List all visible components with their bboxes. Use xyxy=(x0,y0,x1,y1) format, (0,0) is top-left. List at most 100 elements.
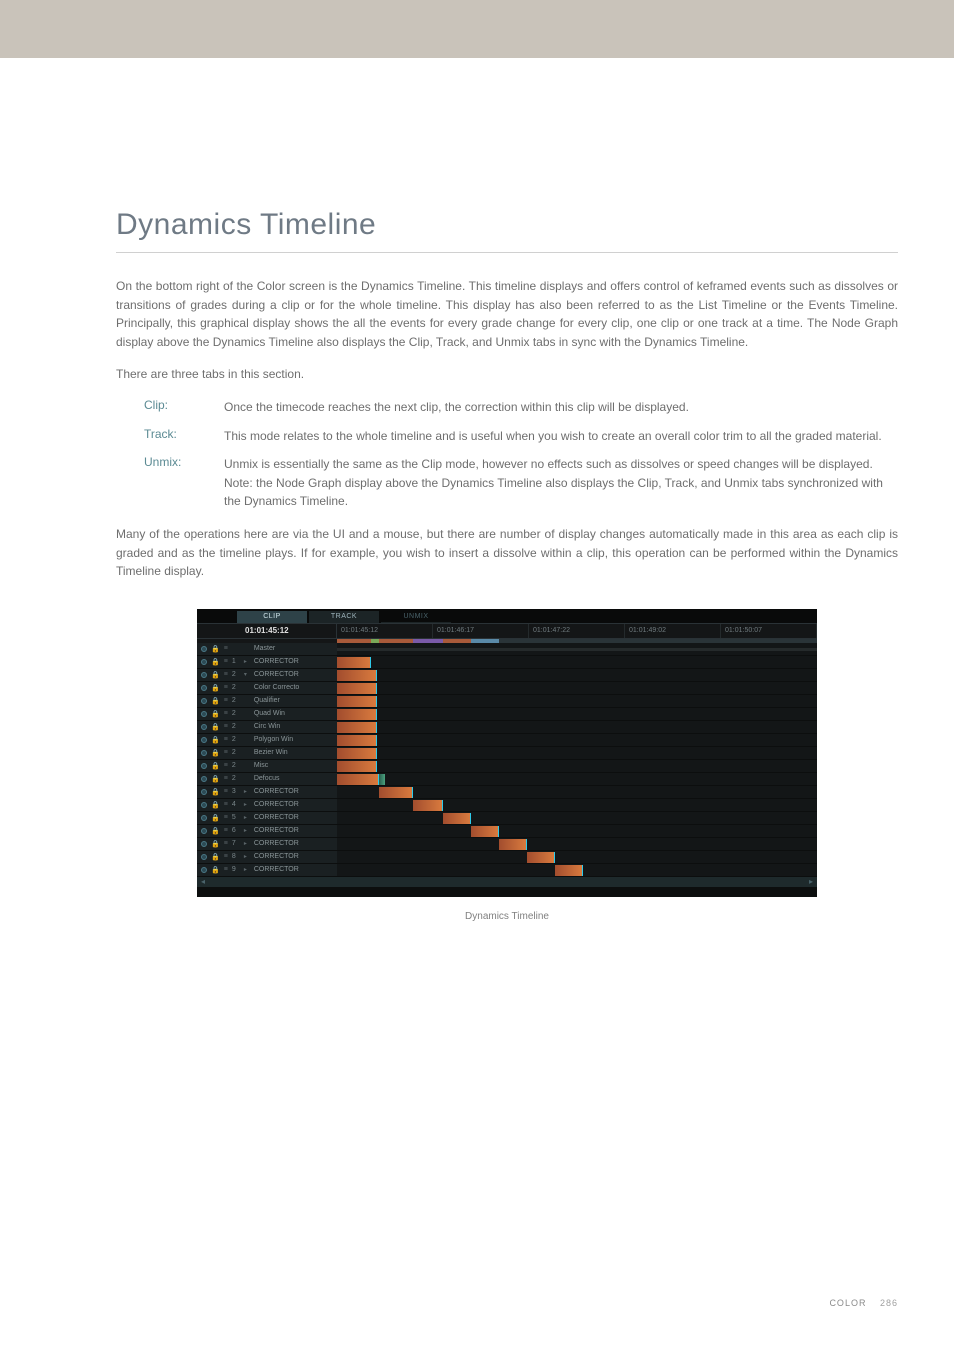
row-track[interactable] xyxy=(337,708,817,720)
timeline-row[interactable]: 🔒≡7▸CORRECTOR xyxy=(197,838,817,851)
lock-icon[interactable]: 🔒 xyxy=(211,801,220,809)
timeline-row[interactable]: 🔒≡6▸CORRECTOR xyxy=(197,825,817,838)
timeline-row[interactable]: 🔒≡1▸CORRECTOR xyxy=(197,656,817,669)
enable-dot-icon[interactable] xyxy=(201,711,207,717)
timeline-row[interactable]: 🔒≡2Defocus xyxy=(197,773,817,786)
reorder-icon[interactable]: ≡ xyxy=(224,736,228,743)
enable-dot-icon[interactable] xyxy=(201,763,207,769)
enable-dot-icon[interactable] xyxy=(201,646,207,652)
lock-icon[interactable]: 🔒 xyxy=(211,684,220,692)
scroll-strip[interactable]: ◂ ▸ xyxy=(197,877,817,887)
reorder-icon[interactable]: ≡ xyxy=(224,671,228,678)
timeline-row[interactable]: 🔒≡4▸CORRECTOR xyxy=(197,799,817,812)
reorder-icon[interactable]: ≡ xyxy=(224,645,228,652)
row-track[interactable] xyxy=(337,734,817,746)
timeline-row[interactable]: 🔒≡2▾CORRECTOR xyxy=(197,669,817,682)
reorder-icon[interactable]: ≡ xyxy=(224,723,228,730)
row-track[interactable] xyxy=(337,656,817,668)
row-track[interactable] xyxy=(337,695,817,707)
lock-icon[interactable]: 🔒 xyxy=(211,814,220,822)
enable-dot-icon[interactable] xyxy=(201,828,207,834)
scrollbar[interactable] xyxy=(197,887,817,897)
row-track[interactable] xyxy=(337,669,817,681)
reorder-icon[interactable]: ≡ xyxy=(224,658,228,665)
clip-segment[interactable] xyxy=(413,800,443,811)
row-track[interactable] xyxy=(337,812,817,824)
enable-dot-icon[interactable] xyxy=(201,802,207,808)
enable-dot-icon[interactable] xyxy=(201,841,207,847)
expand-icon[interactable]: ▸ xyxy=(244,658,250,665)
expand-icon[interactable]: ▾ xyxy=(244,671,250,678)
enable-dot-icon[interactable] xyxy=(201,737,207,743)
timeline-row[interactable]: 🔒≡2Color Correcto xyxy=(197,682,817,695)
lock-icon[interactable]: 🔒 xyxy=(211,775,220,783)
lock-icon[interactable]: 🔒 xyxy=(211,697,220,705)
lock-icon[interactable]: 🔒 xyxy=(211,866,220,874)
clip-segment[interactable] xyxy=(337,761,377,772)
timeline-row[interactable]: 🔒≡2Misc xyxy=(197,760,817,773)
enable-dot-icon[interactable] xyxy=(201,685,207,691)
reorder-icon[interactable]: ≡ xyxy=(224,775,228,782)
lock-icon[interactable]: 🔒 xyxy=(211,723,220,731)
clip-segment[interactable] xyxy=(337,670,377,681)
clip-segment[interactable] xyxy=(337,748,377,759)
scroll-right-icon[interactable]: ▸ xyxy=(809,877,813,887)
expand-icon[interactable]: ▸ xyxy=(244,814,250,821)
clip-segment[interactable] xyxy=(337,696,377,707)
row-track[interactable] xyxy=(337,721,817,733)
clip-segment[interactable] xyxy=(379,774,385,785)
timeline-row[interactable]: 🔒≡2Bezier Win xyxy=(197,747,817,760)
row-track[interactable] xyxy=(337,799,817,811)
reorder-icon[interactable]: ≡ xyxy=(224,814,228,821)
clip-segment[interactable] xyxy=(337,735,377,746)
enable-dot-icon[interactable] xyxy=(201,750,207,756)
enable-dot-icon[interactable] xyxy=(201,815,207,821)
clip-segment[interactable] xyxy=(471,826,499,837)
reorder-icon[interactable]: ≡ xyxy=(224,749,228,756)
enable-dot-icon[interactable] xyxy=(201,854,207,860)
reorder-icon[interactable]: ≡ xyxy=(224,710,228,717)
reorder-icon[interactable]: ≡ xyxy=(224,853,228,860)
lock-icon[interactable]: 🔒 xyxy=(211,671,220,679)
expand-icon[interactable]: ▸ xyxy=(244,788,250,795)
reorder-icon[interactable]: ≡ xyxy=(224,840,228,847)
expand-icon[interactable]: ▸ xyxy=(244,866,250,873)
timeline-row[interactable]: 🔒≡2Qualifier xyxy=(197,695,817,708)
lock-icon[interactable]: 🔒 xyxy=(211,827,220,835)
lock-icon[interactable]: 🔒 xyxy=(211,736,220,744)
enable-dot-icon[interactable] xyxy=(201,659,207,665)
lock-icon[interactable]: 🔒 xyxy=(211,710,220,718)
reorder-icon[interactable]: ≡ xyxy=(224,788,228,795)
lock-icon[interactable]: 🔒 xyxy=(211,645,220,653)
enable-dot-icon[interactable] xyxy=(201,776,207,782)
timeline-row[interactable]: 🔒≡2Quad Win xyxy=(197,708,817,721)
clip-segment[interactable] xyxy=(379,787,413,798)
expand-icon[interactable]: ▸ xyxy=(244,827,250,834)
clip-segment[interactable] xyxy=(337,657,371,668)
lock-icon[interactable]: 🔒 xyxy=(211,853,220,861)
row-track[interactable] xyxy=(337,773,817,785)
expand-icon[interactable]: ▸ xyxy=(244,840,250,847)
row-track[interactable] xyxy=(337,851,817,863)
enable-dot-icon[interactable] xyxy=(201,867,207,873)
clip-segment[interactable] xyxy=(443,813,471,824)
reorder-icon[interactable]: ≡ xyxy=(224,684,228,691)
timeline-row[interactable]: 🔒≡8▸CORRECTOR xyxy=(197,851,817,864)
row-track[interactable] xyxy=(337,838,817,850)
clip-segment[interactable] xyxy=(527,852,555,863)
lock-icon[interactable]: 🔒 xyxy=(211,840,220,848)
row-track[interactable] xyxy=(337,747,817,759)
row-track[interactable] xyxy=(337,760,817,772)
reorder-icon[interactable]: ≡ xyxy=(224,697,228,704)
clip-segment[interactable] xyxy=(337,722,377,733)
timeline-row[interactable]: 🔒≡2Circ Win xyxy=(197,721,817,734)
row-track[interactable] xyxy=(337,786,817,798)
clip-segment[interactable] xyxy=(337,774,379,785)
clip-segment[interactable] xyxy=(555,865,583,876)
enable-dot-icon[interactable] xyxy=(201,724,207,730)
row-track[interactable] xyxy=(337,825,817,837)
clip-segment[interactable] xyxy=(337,709,377,720)
expand-icon[interactable]: ▸ xyxy=(244,801,250,808)
timeline-row[interactable]: 🔒≡3▸CORRECTOR xyxy=(197,786,817,799)
timeline-row[interactable]: 🔒≡5▸CORRECTOR xyxy=(197,812,817,825)
